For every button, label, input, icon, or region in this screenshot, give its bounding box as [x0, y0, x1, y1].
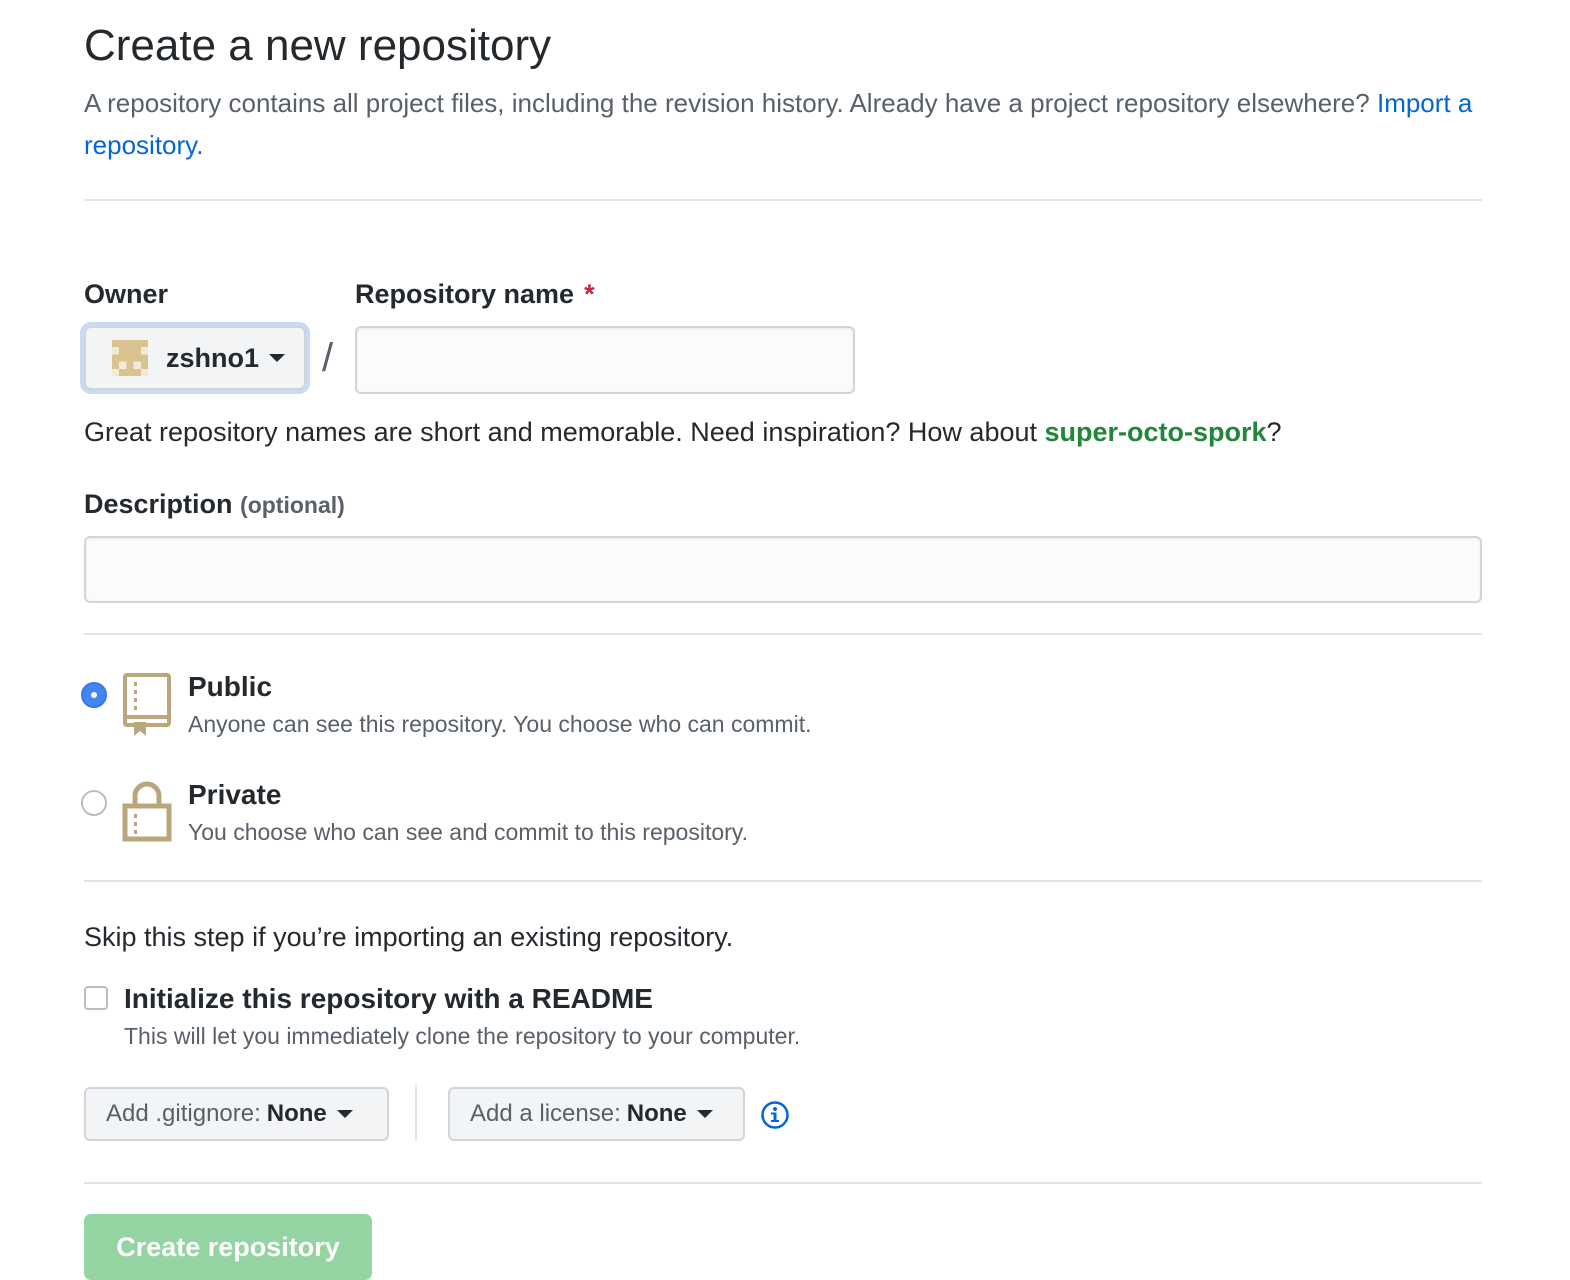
- gitignore-select-button[interactable]: Add .gitignore: None: [84, 1087, 389, 1141]
- create-repository-button[interactable]: Create repository: [84, 1214, 372, 1280]
- public-radio[interactable]: [81, 682, 107, 708]
- description-divider: [84, 633, 1482, 635]
- page-title: Create a new repository: [84, 21, 552, 70]
- repository-name-hint: Great repository names are short and mem…: [84, 414, 1282, 450]
- private-option-description: You choose who can see and commit to thi…: [188, 819, 748, 845]
- init-divider: [84, 1182, 1482, 1184]
- public-option-description: Anyone can see this repository. You choo…: [188, 711, 812, 737]
- license-value: None: [626, 1100, 687, 1127]
- subtitle-text: A repository contains all project files,…: [84, 88, 1370, 118]
- readme-option-description: This will let you immediately clone the …: [124, 1023, 801, 1049]
- name-suggestion-link[interactable]: super-octo-spork: [1045, 417, 1267, 447]
- identicon-avatar-icon: [112, 340, 148, 376]
- optional-tag: (optional): [240, 492, 345, 518]
- owner-name: zshno1: [166, 342, 260, 373]
- public-option-title: Public: [188, 671, 273, 702]
- gitignore-prefix: Add .gitignore:: [106, 1100, 261, 1127]
- description-label-text: Description: [84, 489, 233, 519]
- owner-select-button[interactable]: zshno1: [84, 326, 306, 390]
- owner-label: Owner: [84, 279, 169, 309]
- repository-name-input[interactable]: [355, 326, 855, 394]
- required-mark: *: [584, 279, 595, 309]
- visibility-divider: [84, 880, 1482, 882]
- hint-text: Great repository names are short and mem…: [84, 417, 1037, 447]
- private-option-title: Private: [188, 779, 282, 810]
- readme-checkbox[interactable]: [84, 986, 108, 1010]
- header-divider: [84, 199, 1482, 201]
- repository-name-label: Repository name *: [355, 278, 595, 310]
- repository-name-label-text: Repository name: [355, 279, 575, 309]
- lock-icon: [122, 781, 172, 842]
- hint-suffix: ?: [1266, 417, 1282, 447]
- chevron-down-icon: [269, 354, 286, 362]
- repo-icon: [123, 673, 171, 736]
- select-separator: [415, 1085, 417, 1141]
- skip-step-note: Skip this step if you’re importing an ex…: [84, 922, 734, 952]
- readme-option-title: Initialize this repository with a README: [124, 983, 653, 1014]
- license-prefix: Add a license:: [470, 1100, 621, 1127]
- description-input[interactable]: [84, 536, 1482, 603]
- info-icon[interactable]: [760, 1100, 790, 1130]
- chevron-down-icon: [696, 1110, 713, 1118]
- private-radio[interactable]: [81, 790, 107, 816]
- page-subtitle: A repository contains all project files,…: [84, 82, 1482, 166]
- description-label: Description (optional): [84, 488, 345, 521]
- owner-repo-separator: /: [322, 336, 334, 380]
- license-select-button[interactable]: Add a license: None: [448, 1087, 745, 1141]
- chevron-down-icon: [336, 1110, 353, 1118]
- gitignore-value: None: [266, 1100, 327, 1127]
